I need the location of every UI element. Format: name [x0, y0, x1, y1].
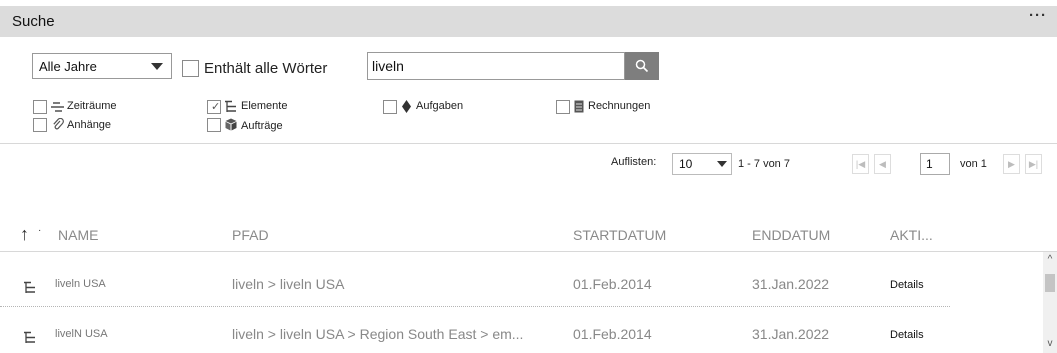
panel-header: Suche ···	[0, 6, 1057, 37]
previous-page-button[interactable]: ◀	[874, 154, 891, 174]
elements-label[interactable]: Elemente	[241, 100, 287, 112]
page-number-field[interactable]	[920, 153, 952, 175]
column-header-name[interactable]: NAME	[58, 227, 98, 243]
hierarchy-icon	[24, 281, 35, 293]
table-header-divider	[0, 251, 1057, 252]
page-total: von 1	[960, 158, 987, 170]
row-end-date: 31.Jan.2022	[752, 326, 830, 342]
sort-up-icon[interactable]: ↑	[20, 224, 29, 245]
scroll-down-icon[interactable]: v	[1043, 338, 1057, 349]
scroll-up-icon[interactable]: ^	[1043, 254, 1057, 265]
more-options-button[interactable]: ···	[1029, 7, 1047, 24]
chevron-down-icon	[151, 63, 163, 70]
row-start-date: 01.Feb.2014	[573, 276, 652, 292]
timeline-icon	[51, 102, 64, 112]
details-link[interactable]: Details	[890, 279, 924, 291]
row-start-date: 01.Feb.2014	[573, 326, 652, 342]
paperclip-icon	[53, 118, 64, 130]
table-scrollbar[interactable]: ^ v	[1043, 252, 1057, 353]
row-path: liveln > liveln USA > Region South East …	[232, 326, 524, 342]
panel-title: Suche	[12, 13, 55, 30]
scrollbar-thumb[interactable]	[1045, 274, 1055, 292]
page-number-input[interactable]	[921, 155, 952, 173]
last-page-icon: ▶|	[1028, 159, 1039, 169]
page-size-select[interactable]: 10	[672, 153, 732, 175]
column-header-path[interactable]: PFAD	[232, 227, 269, 243]
list-size-label: Auflisten:	[611, 156, 657, 168]
column-header-end-date[interactable]: ENDDATUM	[752, 227, 830, 243]
next-page-icon: ▶	[1008, 159, 1015, 169]
search-input[interactable]	[368, 54, 612, 78]
periods-label[interactable]: Zeiträume	[67, 100, 117, 112]
attachments-checkbox[interactable]	[33, 118, 47, 132]
search-button[interactable]	[625, 52, 659, 80]
diamond-icon	[402, 100, 411, 113]
hierarchy-icon	[24, 331, 35, 343]
row-end-date: 31.Jan.2022	[752, 276, 830, 292]
next-page-button[interactable]: ▶	[1003, 154, 1020, 174]
box-icon	[225, 118, 237, 131]
orders-checkbox[interactable]	[207, 118, 221, 132]
chevron-down-icon	[717, 161, 727, 167]
last-page-button[interactable]: ▶|	[1025, 154, 1042, 174]
checkmark-icon: ✓	[211, 101, 221, 113]
result-range: 1 - 7 von 7	[738, 158, 790, 170]
row-divider	[0, 306, 950, 307]
first-page-button[interactable]: |◀	[852, 154, 869, 174]
details-link[interactable]: Details	[890, 329, 924, 341]
all-words-checkbox[interactable]	[182, 60, 199, 77]
sort-indicator-icon: ·	[38, 225, 42, 236]
hierarchy-icon	[225, 100, 236, 112]
elements-checkbox[interactable]: ✓	[207, 100, 221, 114]
tasks-checkbox[interactable]	[383, 100, 397, 114]
invoices-label[interactable]: Rechnungen	[588, 100, 650, 112]
row-name: liveln USA	[55, 278, 106, 290]
all-words-label[interactable]: Enthält alle Wörter	[204, 60, 327, 77]
first-page-icon: |◀	[855, 159, 866, 169]
tasks-label[interactable]: Aufgaben	[416, 100, 463, 112]
row-name: livelN USA	[55, 328, 108, 340]
invoice-icon	[574, 100, 584, 113]
attachments-label[interactable]: Anhänge	[67, 119, 111, 131]
column-header-start-date[interactable]: STARTDATUM	[573, 227, 666, 243]
previous-page-icon: ◀	[879, 159, 886, 169]
periods-checkbox[interactable]	[33, 100, 47, 114]
row-path: liveln > liveln USA	[232, 276, 345, 292]
column-header-actions[interactable]: AKTI...	[890, 227, 933, 243]
invoices-checkbox[interactable]	[556, 100, 570, 114]
orders-label[interactable]: Aufträge	[241, 120, 283, 132]
year-select[interactable]: Alle Jahre	[32, 53, 172, 79]
magnifier-icon	[635, 59, 649, 73]
page-size-value: 10	[679, 157, 693, 171]
search-field[interactable]	[367, 52, 625, 80]
year-select-value: Alle Jahre	[39, 59, 97, 74]
filter-divider	[0, 143, 1057, 144]
